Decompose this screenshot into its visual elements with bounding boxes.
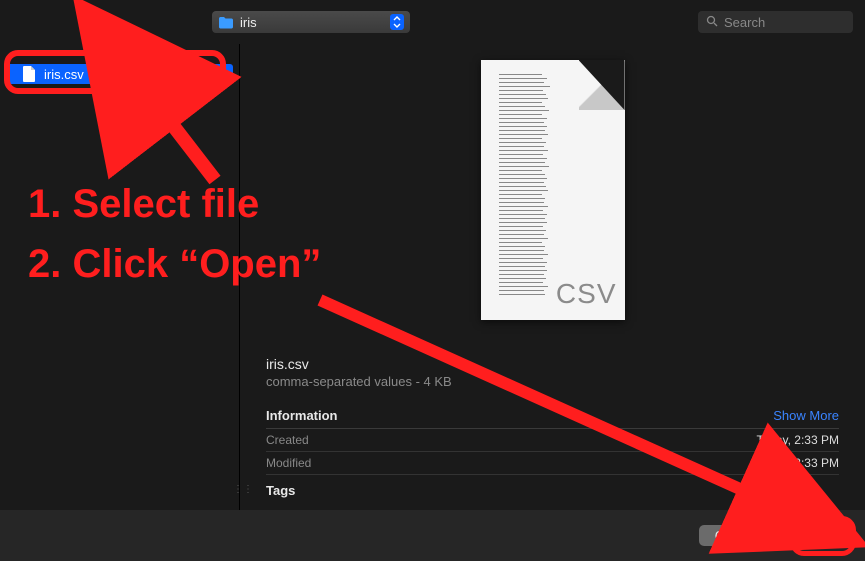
created-value: Today, 2:33 PM bbox=[757, 433, 840, 447]
file-type-badge: CSV bbox=[556, 278, 617, 310]
modified-label: Modified bbox=[266, 456, 311, 470]
modified-value: Today, 2:33 PM bbox=[757, 456, 840, 470]
preview-pane: CSV iris.csv comma-separated values - 4 … bbox=[240, 44, 865, 510]
open-button[interactable]: Open bbox=[785, 525, 849, 546]
show-more-link[interactable]: Show More bbox=[773, 408, 839, 423]
file-name: iris.csv bbox=[44, 67, 84, 82]
meta-row-modified: Modified Today, 2:33 PM bbox=[266, 452, 839, 475]
meta-kind-size: comma-separated values - 4 KB bbox=[266, 374, 839, 389]
cancel-button[interactable]: Cancel bbox=[699, 525, 771, 546]
file-list-item[interactable]: iris.csv bbox=[6, 64, 233, 84]
column-drag-handle[interactable]: ⋮⋮ bbox=[233, 488, 241, 506]
search-input[interactable] bbox=[724, 15, 845, 30]
search-field[interactable] bbox=[698, 11, 853, 33]
meta-information-header: Information Show More bbox=[266, 403, 839, 429]
annotation-step2: 2. Click “Open” bbox=[28, 234, 321, 294]
folder-name: iris bbox=[240, 15, 384, 30]
tags-label: Tags bbox=[266, 475, 839, 502]
file-metadata: iris.csv comma-separated values - 4 KB I… bbox=[240, 356, 865, 502]
folder-icon bbox=[218, 16, 234, 29]
meta-row-created: Created Today, 2:33 PM bbox=[266, 429, 839, 452]
footer: Cancel Open bbox=[0, 510, 865, 561]
information-label: Information bbox=[266, 408, 338, 423]
folder-selector[interactable]: iris bbox=[212, 11, 410, 33]
file-icon bbox=[22, 66, 36, 82]
chevron-updown-icon bbox=[390, 14, 404, 30]
created-label: Created bbox=[266, 433, 309, 447]
annotation-text: 1. Select file 2. Click “Open” bbox=[28, 174, 321, 294]
file-thumbnail: CSV bbox=[481, 60, 625, 320]
toolbar: iris bbox=[0, 0, 865, 44]
search-icon bbox=[706, 15, 718, 30]
meta-filename: iris.csv bbox=[266, 356, 839, 372]
annotation-step1: 1. Select file bbox=[28, 174, 321, 234]
